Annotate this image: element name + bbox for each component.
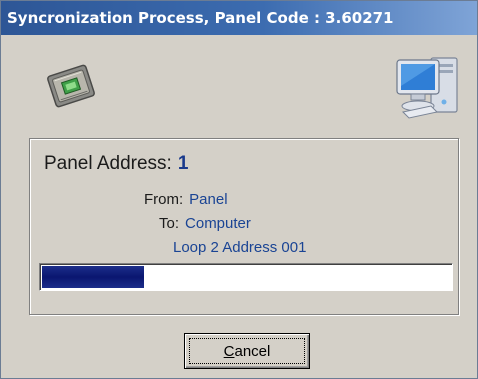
sync-dialog: Syncronization Process, Panel Code : 3.6… <box>0 0 478 379</box>
to-label: To: <box>159 215 180 232</box>
panel-address-row: Panel Address: 1 <box>44 153 188 175</box>
progress-bar <box>39 263 453 291</box>
from-row: From: Panel <box>144 191 228 208</box>
window-title: Syncronization Process, Panel Code : 3.6… <box>1 1 477 35</box>
panel-address-value: 1 <box>177 153 189 174</box>
panel-address-label: Panel Address: <box>44 153 172 174</box>
panel-device-icon <box>41 56 101 116</box>
progress-fill <box>42 266 144 288</box>
loop-status: Loop 2 Address 001 <box>173 239 307 256</box>
computer-icon <box>391 46 471 126</box>
to-value: Computer <box>185 215 251 232</box>
sync-status-group: Panel Address: 1 From: Panel To: Computer L… <box>29 138 459 315</box>
cancel-button[interactable]: Cancel <box>184 333 310 369</box>
from-value: Panel <box>189 191 228 208</box>
to-row: To: Computer <box>159 215 251 232</box>
from-label: From: <box>144 191 184 208</box>
cancel-label: Cancel <box>223 342 271 360</box>
